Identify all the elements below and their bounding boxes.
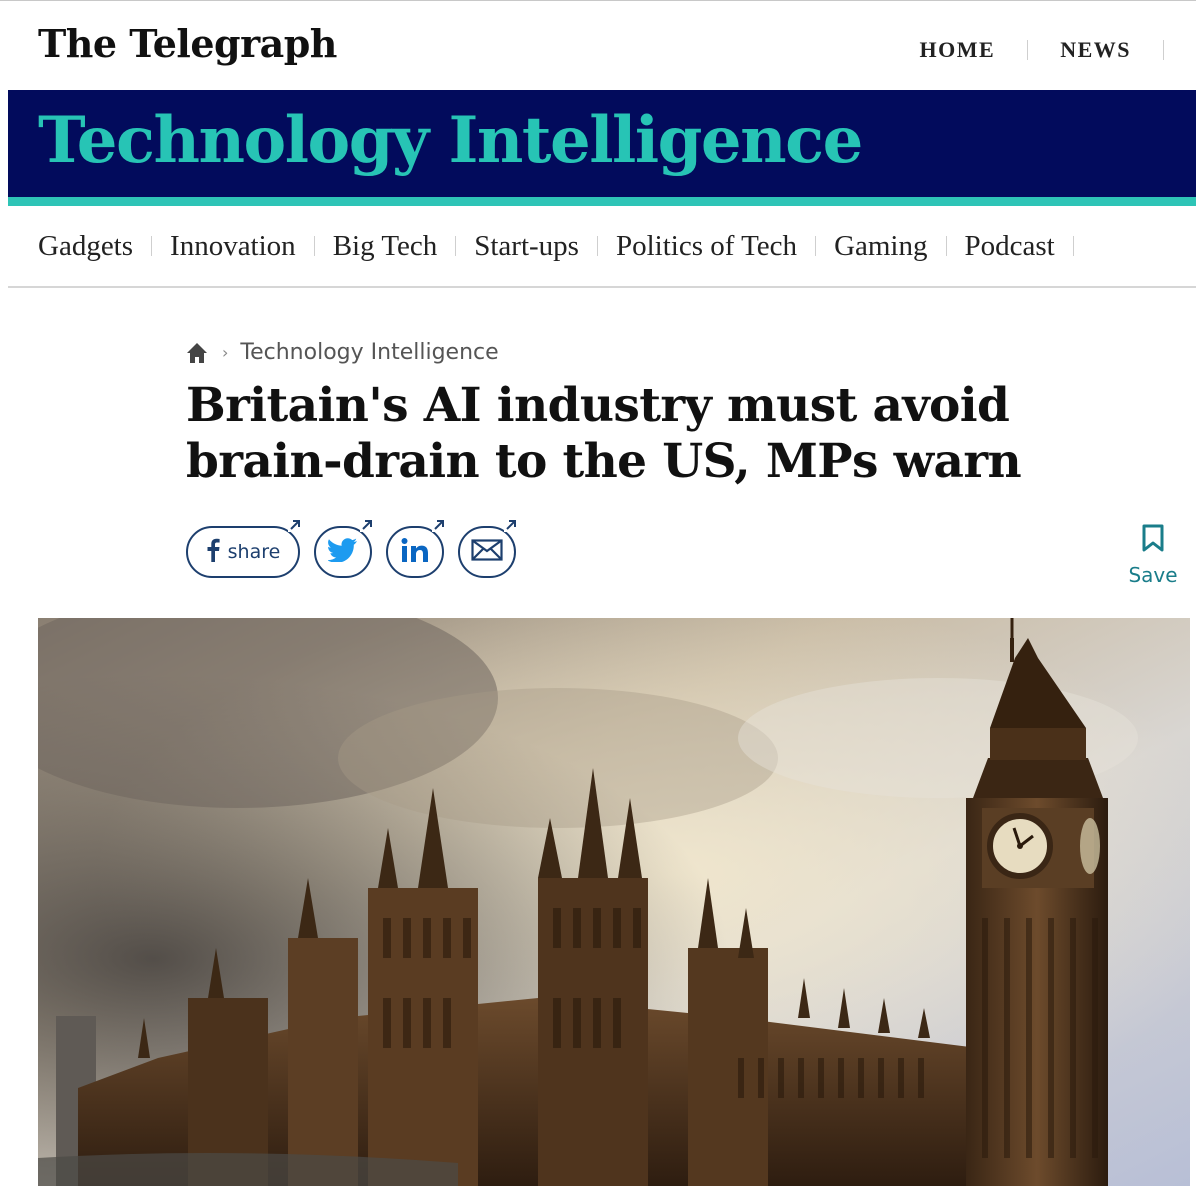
section-nav: Gadgets Innovation Big Tech Start-ups Po…: [8, 206, 1196, 286]
section-nav-start-ups[interactable]: Start-ups: [474, 230, 579, 263]
save-label: Save: [1128, 563, 1178, 587]
external-arrow-icon: [504, 518, 518, 532]
section-nav-divider: [815, 236, 817, 256]
section-nav-innovation[interactable]: Innovation: [170, 230, 296, 263]
twitter-icon: [327, 537, 358, 567]
section-nav-divider: [945, 236, 947, 256]
nav-divider: [1027, 40, 1029, 60]
nav-home-link[interactable]: HOME: [920, 37, 996, 63]
section-nav-rule: [8, 286, 1196, 288]
share-bar: share: [186, 518, 530, 578]
linkedin-icon: [400, 537, 430, 568]
section-title[interactable]: Technology Intelligence: [38, 96, 863, 186]
section-banner: Technology Intelligence: [8, 90, 1196, 197]
email-share-button[interactable]: [458, 518, 518, 578]
telegraph-logo[interactable]: The Telegraph: [38, 21, 337, 66]
nav-news-link[interactable]: NEWS: [1060, 37, 1131, 63]
section-nav-podcast[interactable]: Podcast: [965, 230, 1055, 263]
external-arrow-icon: [432, 518, 446, 532]
section-nav-divider: [313, 236, 315, 256]
article-hero-image[interactable]: [38, 618, 1190, 1186]
bookmark-icon: [1142, 524, 1164, 556]
section-nav-gadgets[interactable]: Gadgets: [38, 230, 133, 263]
save-button[interactable]: Save: [1128, 524, 1178, 587]
section-nav-politics-of-tech[interactable]: Politics of Tech: [616, 230, 797, 263]
section-nav-divider: [455, 236, 457, 256]
article-headline: Britain's AI industry must avoid brain-d…: [186, 378, 1022, 489]
breadcrumb: › Technology Intelligence: [186, 340, 499, 365]
facebook-share-label: share: [227, 541, 281, 563]
parliament-photo: [38, 618, 1190, 1186]
section-nav-big-tech[interactable]: Big Tech: [333, 230, 438, 263]
external-arrow-icon: [288, 518, 302, 532]
banner-accent-stripe: [8, 197, 1196, 206]
section-nav-divider: [151, 236, 153, 256]
masthead: The Telegraph HOME NEWS: [8, 1, 1196, 90]
home-icon[interactable]: [186, 342, 208, 364]
breadcrumb-chevron-icon: ›: [222, 343, 229, 362]
section-nav-divider: [596, 236, 598, 256]
nav-divider: [1163, 40, 1164, 60]
breadcrumb-section-link[interactable]: Technology Intelligence: [240, 340, 498, 365]
section-nav-gaming[interactable]: Gaming: [834, 230, 927, 263]
linkedin-share-button[interactable]: [386, 518, 446, 578]
external-arrow-icon: [360, 518, 374, 532]
twitter-share-button[interactable]: [314, 518, 374, 578]
email-icon: [471, 538, 503, 566]
section-nav-divider: [1072, 236, 1074, 256]
facebook-icon: [206, 538, 220, 567]
top-nav: HOME NEWS: [920, 37, 1164, 63]
facebook-share-button[interactable]: share: [186, 518, 302, 578]
